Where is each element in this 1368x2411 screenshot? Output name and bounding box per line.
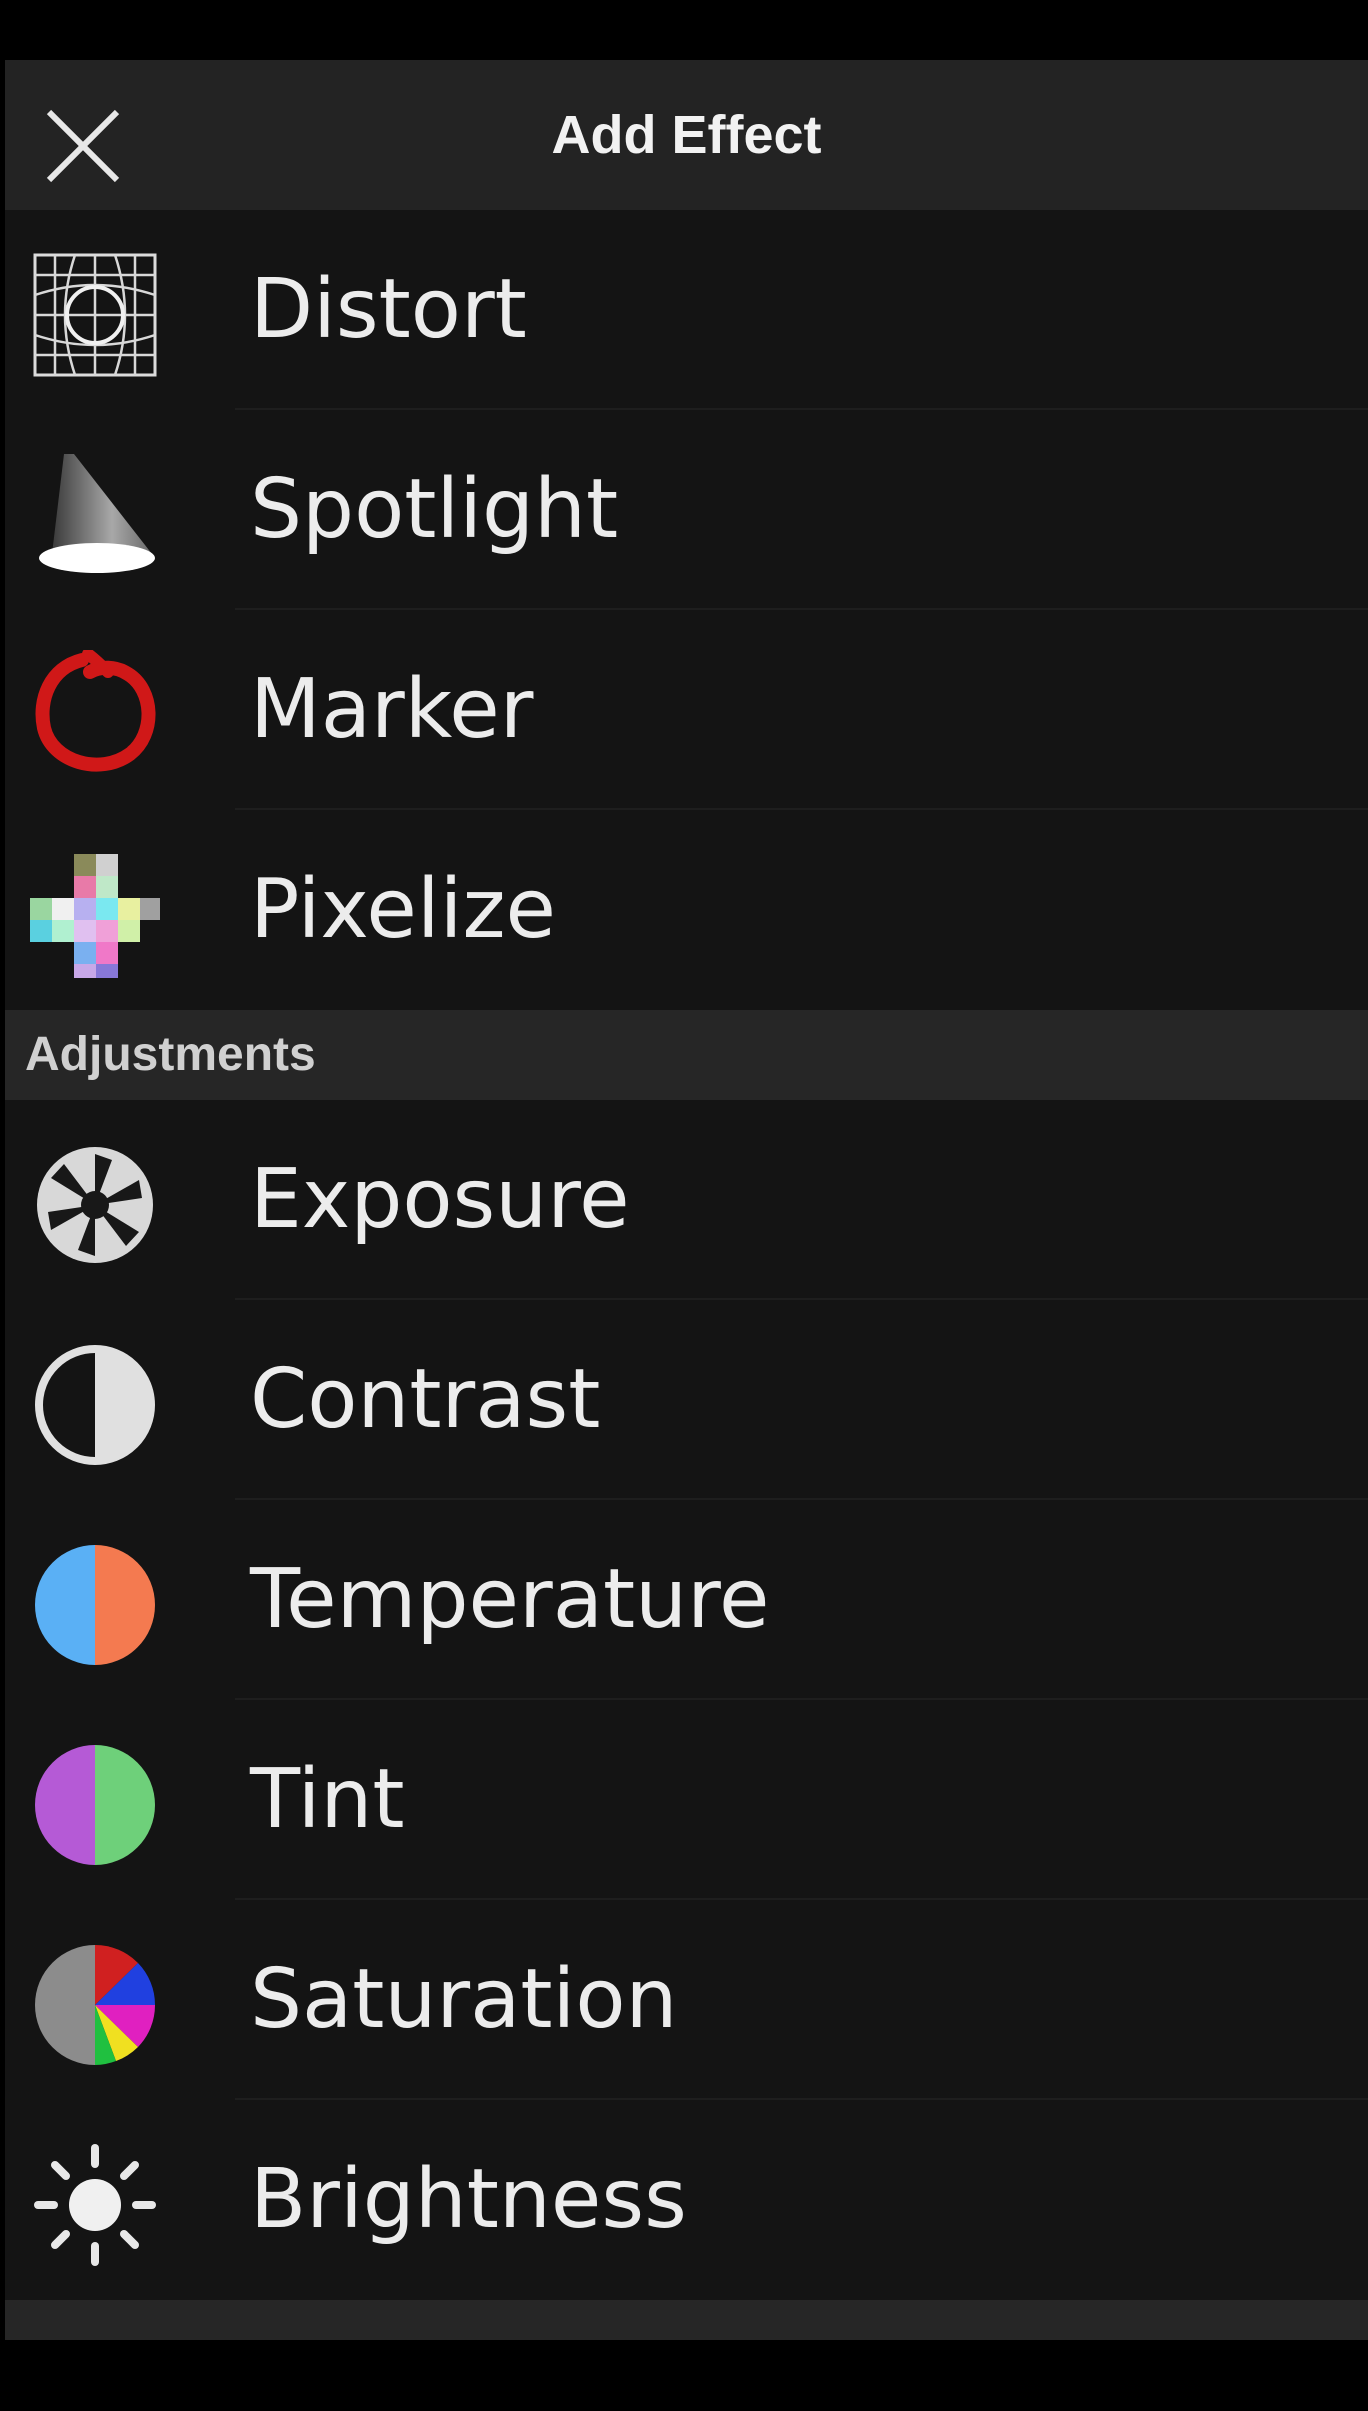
item-label: Exposure xyxy=(250,1152,630,1247)
item-label: Contrast xyxy=(250,1352,601,1447)
tint-split-circle-icon xyxy=(30,1740,160,1870)
item-label: Saturation xyxy=(250,1952,678,2047)
list-item-tint[interactable]: Tint xyxy=(5,1700,1368,1900)
section-header-effects: Effects xyxy=(5,2300,1368,2340)
app-header: Add Effect xyxy=(5,60,1368,210)
aperture-icon xyxy=(30,1140,160,1270)
list-item-temperature[interactable]: Temperature xyxy=(5,1500,1368,1700)
add-effect-screen: Add Effect Distort Spotlight Marker Pixe… xyxy=(5,60,1368,2340)
item-label: Temperature xyxy=(250,1552,770,1647)
list-item-marker[interactable]: Marker xyxy=(5,610,1368,810)
list-item-contrast[interactable]: Contrast xyxy=(5,1300,1368,1500)
item-label: Marker xyxy=(250,662,534,757)
half-circle-contrast-icon xyxy=(30,1340,160,1470)
section-title: Effects xyxy=(25,2320,185,2340)
item-label: Distort xyxy=(250,262,527,357)
item-label: Spotlight xyxy=(250,462,619,557)
sun-icon xyxy=(30,2140,160,2270)
list-item-distort[interactable]: Distort xyxy=(5,210,1368,410)
list-item-brightness[interactable]: Brightness xyxy=(5,2100,1368,2300)
list-item-spotlight[interactable]: Spotlight xyxy=(5,410,1368,610)
status-bar-area xyxy=(0,0,1368,60)
item-label: Pixelize xyxy=(250,862,556,957)
effect-list: Distort Spotlight Marker Pixelize Adjust… xyxy=(5,210,1368,2340)
list-item-pixelize[interactable]: Pixelize xyxy=(5,810,1368,1010)
spotlight-cone-icon xyxy=(30,450,160,580)
marker-circle-icon xyxy=(30,650,160,780)
list-item-exposure[interactable]: Exposure xyxy=(5,1100,1368,1300)
section-title: Adjustments xyxy=(25,1028,316,1081)
close-button[interactable] xyxy=(43,106,123,186)
section-header-adjustments: Adjustments xyxy=(5,1010,1368,1100)
list-item-saturation[interactable]: Saturation xyxy=(5,1900,1368,2100)
saturation-color-wheel-icon xyxy=(30,1940,160,2070)
page-title: Add Effect xyxy=(551,105,822,165)
item-label: Brightness xyxy=(250,2152,687,2247)
navigation-bar-area xyxy=(0,2340,1368,2411)
temperature-split-circle-icon xyxy=(30,1540,160,1670)
item-label: Tint xyxy=(250,1752,405,1847)
distort-grid-icon xyxy=(30,250,160,380)
close-icon xyxy=(46,109,120,183)
pixelize-icon xyxy=(30,850,160,980)
